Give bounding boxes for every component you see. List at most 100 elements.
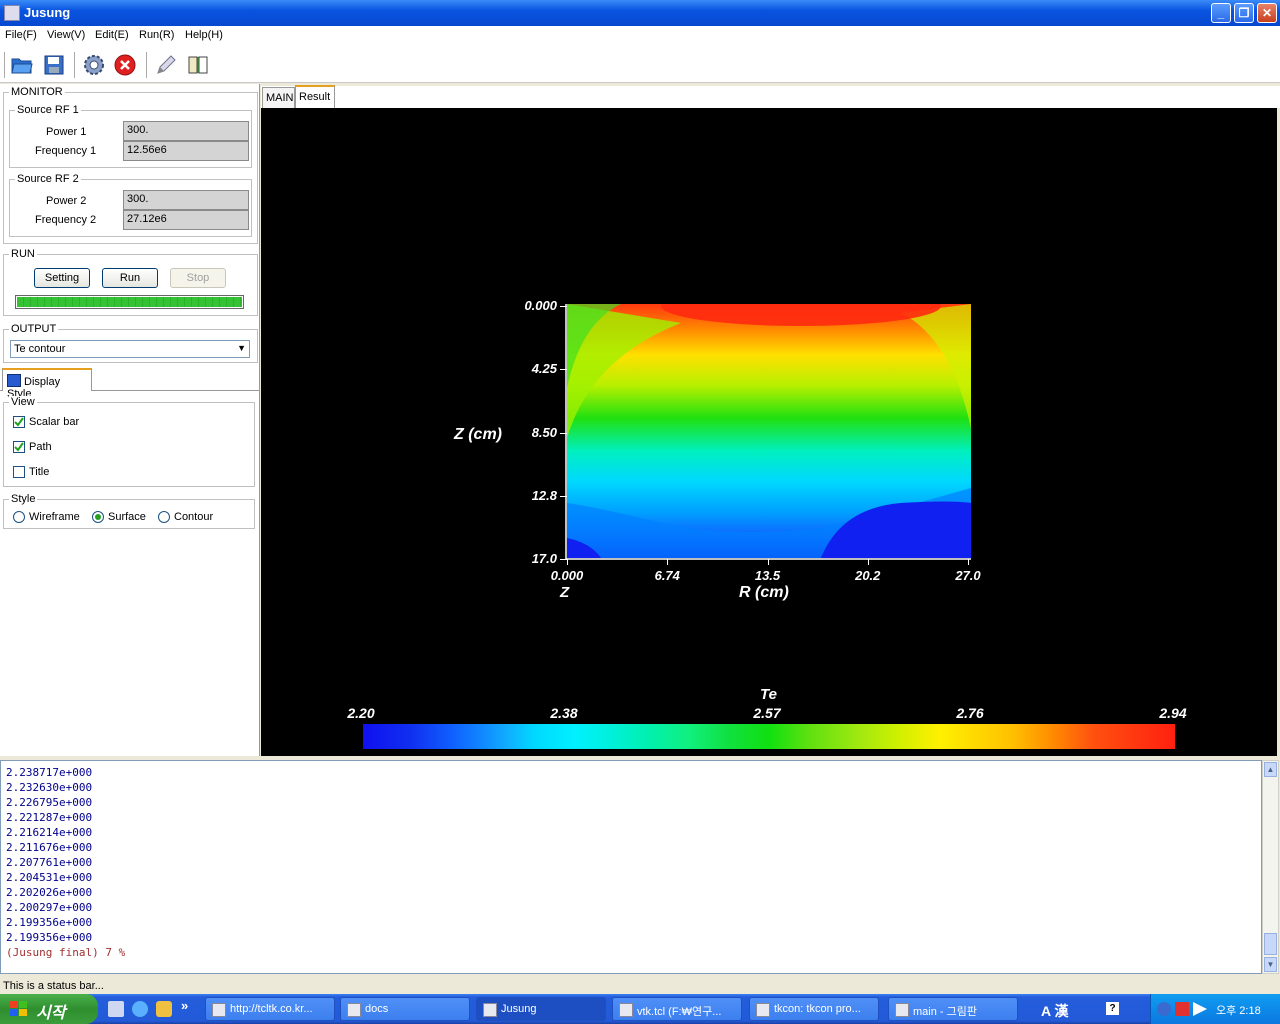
app-icon (483, 1003, 497, 1017)
y-tick-label: 12.8 (531, 487, 557, 503)
taskbar-item[interactable]: vtk.tcl (F:₩연구... (612, 997, 742, 1021)
y-tick-label: 4.25 (531, 361, 557, 377)
quicklaunch-more-icon[interactable]: » (181, 998, 188, 1013)
pencil-icon[interactable] (154, 53, 178, 77)
x-tick-label: 6.74 (654, 568, 680, 583)
frequency2-label: Frequency 2 (35, 214, 97, 226)
menu-run[interactable]: Run(R) (139, 29, 174, 41)
title-bar: Jusung _ ❐ ✕ (0, 0, 1280, 26)
monitor-group: MONITOR Source RF 1 Power 1 300. Frequen… (3, 86, 258, 244)
run-button[interactable]: Run (102, 268, 158, 288)
scroll-thumb[interactable] (1264, 933, 1277, 955)
menu-help[interactable]: Help(H) (185, 29, 223, 41)
tab-display-style[interactable]: Display Style (2, 368, 92, 400)
scroll-down-icon[interactable]: ▼ (1264, 957, 1277, 972)
output-group: OUTPUT Te contour ▼ (3, 323, 258, 363)
console-scrollbar[interactable]: ▲ ▼ (1262, 760, 1279, 974)
wireframe-label: Wireframe (29, 511, 80, 523)
toolbar-separator (4, 52, 5, 78)
power2-field: 300. (123, 190, 249, 210)
scalar-bar-checkbox[interactable] (13, 416, 25, 428)
tab-result[interactable]: Result (295, 85, 335, 109)
corner-axis-label: Z (560, 584, 570, 601)
stop-x-icon[interactable] (113, 53, 137, 77)
console-line: 2.216214e+000 (6, 826, 93, 839)
run-progress-bar (15, 295, 244, 309)
frequency2-field: 27.12e6 (123, 210, 249, 230)
quicklaunch-ie-icon[interactable] (132, 1001, 148, 1017)
y-tick-mark (560, 369, 567, 371)
taskbar-item[interactable]: docs (340, 997, 470, 1021)
tray-play-icon[interactable] (1193, 1002, 1207, 1016)
console-output[interactable]: 2.238717e+000 2.232630e+000 2.226795e+000 2… (0, 760, 1262, 974)
x-tick-label: 13.5 (754, 568, 781, 583)
scroll-up-icon[interactable]: ▲ (1264, 762, 1277, 777)
y-tick-label: 8.50 (531, 424, 557, 440)
toolbar-separator (146, 52, 147, 78)
taskbar-item[interactable]: main - 그림판 (888, 997, 1018, 1021)
output-select[interactable]: Te contour ▼ (10, 340, 250, 358)
menu-file[interactable]: File(F) (5, 29, 37, 41)
menu-view[interactable]: View(V) (47, 29, 85, 41)
taskbar-item[interactable]: tkcon: tkcon pro... (749, 997, 879, 1021)
console-icon (756, 1003, 770, 1017)
title-checkbox[interactable] (13, 466, 25, 478)
surface-radio[interactable] (92, 511, 104, 523)
quicklaunch-desktop-icon[interactable] (108, 1001, 124, 1017)
scalar-bar-tick-label: 2.57 (753, 705, 781, 721)
y-tick-mark (560, 559, 567, 560)
quicklaunch-clock-icon[interactable] (156, 1001, 172, 1017)
frequency1-label: Frequency 1 (35, 145, 97, 157)
x-tick-label: 20.2 (855, 568, 881, 583)
taskbar-item-label: docs (365, 1003, 389, 1015)
console-line: 2.232630e+000 (6, 781, 93, 794)
contour-radio[interactable] (158, 511, 170, 523)
open-folder-icon[interactable] (10, 53, 34, 77)
help-icon[interactable]: ? (1106, 1002, 1119, 1015)
app-icon (4, 5, 20, 21)
save-disk-icon[interactable] (42, 53, 66, 77)
scalar-bar-tick-label: 2.76 (956, 705, 984, 721)
settings-gear-icon[interactable] (82, 53, 106, 77)
close-button[interactable]: ✕ (1257, 3, 1277, 23)
style-label: Style (9, 493, 38, 505)
tray-network-icon[interactable] (1175, 1002, 1189, 1016)
status-bar: This is a status bar... (0, 978, 1280, 994)
check-mark-icon (14, 417, 24, 427)
result-render-view[interactable]: Z (cm) R (cm) Z Te 0.000 4.25 8.50 12.8 17.0… (261, 108, 1277, 756)
maximize-button[interactable]: ❐ (1234, 3, 1254, 23)
run-progress-fill (17, 297, 242, 307)
y-tick-mark (560, 495, 567, 497)
path-checkbox[interactable] (13, 441, 25, 453)
start-button[interactable]: 시작 (0, 994, 98, 1024)
contour-surface (567, 304, 971, 558)
x-axis-label: R (cm) (739, 584, 789, 601)
ime-indicator[interactable]: A 漢 (1041, 1001, 1068, 1021)
radio-dot (95, 514, 101, 520)
wireframe-radio[interactable] (13, 511, 25, 523)
x-tick-mark (767, 559, 769, 565)
book-icon[interactable] (186, 53, 210, 77)
surface-label: Surface (108, 511, 146, 523)
x-tick-mark (567, 559, 568, 565)
power1-field: 300. (123, 121, 249, 141)
minimize-button[interactable]: _ (1211, 3, 1231, 23)
setting-button[interactable]: Setting (34, 268, 90, 288)
y-tick-mark (560, 432, 567, 434)
tab-main[interactable]: MAIN (262, 87, 295, 109)
console-line: 2.200297e+000 (6, 901, 93, 914)
source-rf2-label: Source RF 2 (15, 173, 81, 185)
run-group: RUN Setting Run Stop (3, 248, 258, 316)
taskbar-item[interactable]: Jusung (476, 997, 606, 1021)
source-rf2-group: Source RF 2 Power 2 300. Frequency 2 27.… (9, 173, 252, 237)
tray-back-icon[interactable] (1157, 1002, 1171, 1016)
view-group: View Scalar bar Path Title (3, 396, 255, 487)
title-label: Title (29, 466, 50, 478)
console-line: 2.221287e+000 (6, 811, 93, 824)
x-tick-mark (867, 559, 869, 565)
menu-edit[interactable]: Edit(E) (95, 29, 129, 41)
x-tick-mark (667, 559, 669, 565)
stop-button[interactable]: Stop (170, 268, 226, 288)
view-label: View (9, 396, 37, 408)
taskbar-item[interactable]: http://tcltk.co.kr... (205, 997, 335, 1021)
